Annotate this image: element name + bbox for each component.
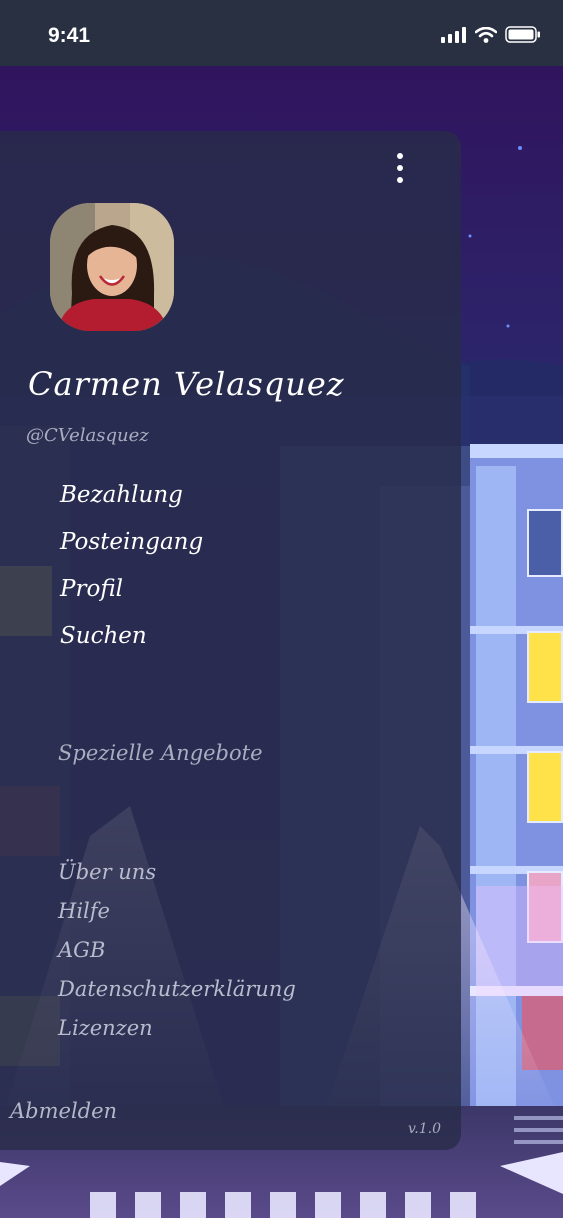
- nav-item-suchen[interactable]: Suchen: [60, 620, 203, 667]
- user-handle: @CVelasquez: [26, 425, 149, 446]
- app-version: v.1.0: [408, 1121, 441, 1137]
- footer-links: Über uns Hilfe AGB Datenschutzerklärung …: [58, 857, 296, 1052]
- navigation-drawer: Carmen Velasquez @CVelasquez Bezahlung P…: [0, 131, 461, 1150]
- nav-item-bezahlung[interactable]: Bezahlung: [60, 479, 203, 526]
- wifi-icon: [475, 26, 497, 43]
- special-offers-link[interactable]: Spezielle Angebote: [58, 741, 263, 765]
- user-name: Carmen Velasquez: [28, 365, 345, 403]
- nav-item-posteingang[interactable]: Posteingang: [60, 526, 203, 573]
- link-lizenzen[interactable]: Lizenzen: [58, 1013, 296, 1052]
- nav-item-profil[interactable]: Profil: [60, 573, 203, 620]
- link-datenschutz[interactable]: Datenschutzerklärung: [58, 974, 296, 1013]
- more-vertical-icon[interactable]: [386, 149, 414, 187]
- link-agb[interactable]: AGB: [58, 935, 296, 974]
- logout-button[interactable]: Abmelden: [10, 1099, 117, 1123]
- main-nav: Bezahlung Posteingang Profil Suchen: [60, 479, 203, 667]
- avatar[interactable]: [50, 203, 174, 331]
- status-time: 9:41: [48, 24, 91, 47]
- link-ueber-uns[interactable]: Über uns: [58, 857, 296, 896]
- status-icons: [441, 26, 541, 43]
- battery-icon: [505, 26, 540, 43]
- cellular-signal-icon: [441, 26, 466, 43]
- link-hilfe[interactable]: Hilfe: [58, 896, 296, 935]
- status-bar: 9:41: [0, 0, 563, 66]
